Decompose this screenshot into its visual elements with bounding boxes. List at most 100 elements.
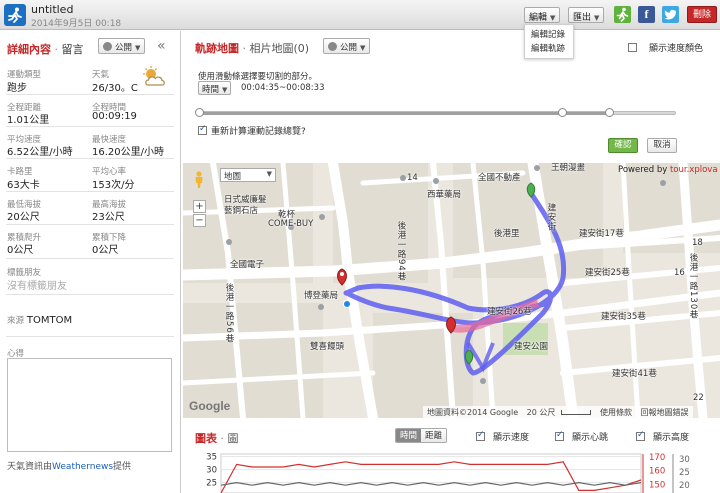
divider [6,224,174,225]
trim-slider-mid-handle[interactable] [557,108,567,117]
tagged-friends-value: 沒有標籤朋友 [7,281,67,292]
edit-dropdown-menu: 編輯記錄 編輯軌跡 [524,24,574,59]
show-altitude-checkbox[interactable] [636,430,645,441]
slider-unit-select[interactable]: 時間 ▼ [198,81,232,95]
twitter-icon[interactable] [662,6,679,23]
track-privacy-select[interactable]: 公開 ▼ [323,38,371,54]
time-range: 00:04:35~00:08:33 [241,83,325,93]
terms-link[interactable]: 使用條款 [600,408,632,417]
zoom-in-button[interactable]: + [193,200,206,213]
map-label: 建安街41巷 [612,369,657,379]
source-row: 來源 TOMTOM [7,314,72,326]
track-panel-title: 軌跡地圖 · 相片地圖(0) [195,42,310,55]
recalculate-toggle[interactable]: 重新計算運動記錄總覽? [198,124,306,137]
confirm-button[interactable]: 確認 [608,138,638,153]
map-label: 全國電子 [230,260,265,270]
divider [6,191,174,192]
export-button[interactable]: 匯出 ▼ [568,7,605,23]
run-share-icon[interactable] [614,6,631,23]
chevron-down-icon: ▼ [266,170,272,178]
chart-tab[interactable]: 圖表 [195,432,217,445]
map-label: 建安街26巷 [487,307,532,317]
stat-value: 0公尺 [7,245,34,256]
partly-cloudy-icon [143,66,165,86]
y-axis-left-tick: 30 [206,466,217,476]
map-type-label: 地圖 [224,172,242,182]
y-axis-altitude-tick: 25 [679,468,690,478]
map-label: 西華藥局 [427,190,462,200]
show-speed-checkbox[interactable] [476,430,485,441]
trim-slider-end-handle[interactable] [605,108,615,117]
map-label: 22 [693,393,704,403]
privacy-select[interactable]: 公開 ▼ [98,38,146,54]
track-map-tab[interactable]: 軌跡地圖 [195,42,239,55]
trim-slider-start-handle[interactable] [195,108,204,117]
menu-item-edit-track[interactable]: 編輯軌跡 [525,39,573,54]
notes-textarea[interactable] [7,358,172,452]
trim-slider-range [199,112,610,115]
divider [6,258,174,259]
chart-panel-title: 圖表 · 圖 [195,432,239,445]
weather-credit-prefix: 天氣資訊由 [7,462,53,472]
map-label: COME-BUY [268,219,314,229]
speed-color-label: 顯示速度顏色 [649,44,704,54]
chevron-down-icon: ▼ [135,44,141,52]
route-map[interactable]: 日式威廉髮 藝鋼石店 乾杯 COME-BUY 全國電子 博登藥局 雙喜饅頭 西華… [183,163,720,418]
collapse-panel-icon[interactable]: « [157,38,166,54]
chart-plot: 35 30 25 170 160 150 30 25 20 [206,453,690,493]
edit-label: 編輯 [529,13,548,23]
menu-item-edit-record[interactable]: 編輯記錄 [525,25,573,40]
recalculate-checkbox[interactable] [198,124,207,135]
stat-value: 23公尺 [92,212,125,223]
map-label: 後港一路56巷 [224,283,234,344]
divider [6,158,174,159]
scale-label: 20 公尺 [526,408,556,417]
globe-icon [103,42,112,51]
map-label: 建安公園 [514,342,549,352]
show-altitude-label: 顯示高度 [653,433,690,443]
xplova-link[interactable]: tour.xplova [670,165,718,175]
source-value: TOMTOM [26,315,73,326]
chevron-down-icon: ▼ [550,14,556,22]
graph-tab[interactable]: 圖 [228,432,239,445]
chevron-down-icon: ▼ [222,86,228,94]
chart-axis-toggle: 時間 距離 [395,428,448,443]
delete-button[interactable]: 刪除 [687,6,717,23]
edit-button[interactable]: 編輯 ▼ [524,7,561,23]
activity-chart[interactable]: 35 30 25 170 160 150 30 25 20 [183,450,720,493]
street-view-pegman-icon[interactable] [194,171,204,189]
photo-map-tab[interactable]: 相片地圖(0) [250,42,310,55]
show-altitude-toggle[interactable]: 顯示高度 [636,430,689,443]
comments-tab[interactable]: 留言 [62,43,84,56]
zoom-out-button[interactable]: − [193,214,206,227]
weathernews-link[interactable]: Weathernews [52,462,113,472]
toggle-time[interactable]: 時間 [396,429,422,442]
toggle-distance[interactable]: 距離 [421,429,447,442]
map-label: 18 [692,238,703,248]
y-axis-heart-tick: 160 [649,467,665,477]
cancel-button[interactable]: 取消 [647,138,677,153]
stat-value: 00:09:19 [92,111,137,122]
export-label: 匯出 [573,13,592,23]
globe-icon [328,42,337,51]
report-map-error-link[interactable]: 回報地圖錯誤 [641,408,689,417]
privacy-label: 公開 [115,43,133,53]
activity-title[interactable]: untitled [31,3,73,16]
speed-color-toggle[interactable]: 顯示速度顏色 [628,41,703,54]
details-tab[interactable]: 詳細內容 [7,43,51,56]
details-panel-title: 詳細內容 · 留言 [7,43,84,56]
show-speed-toggle[interactable]: 顯示速度 [476,430,529,443]
stat-value: 153次/分 [92,180,135,191]
map-label: 建安街25巷 [585,268,630,278]
show-heart-toggle[interactable]: 顯示心跳 [555,430,608,443]
show-heart-checkbox[interactable] [555,430,564,441]
chevron-down-icon: ▼ [360,44,366,52]
speed-color-checkbox[interactable] [628,43,637,52]
show-speed-label: 顯示速度 [493,433,530,443]
recalculate-label: 重新計算運動記錄總覽? [211,127,306,137]
show-heart-label: 顯示心跳 [572,433,609,443]
facebook-icon[interactable]: f [638,6,655,23]
map-label: 後港里 [494,229,520,239]
map-type-select[interactable]: 地圖 ▼ [220,168,276,182]
details-panel: 詳細內容 · 留言 公開 ▼ « 運動類型 跑步 天氣 26/30。C 全程距離 … [0,31,181,493]
